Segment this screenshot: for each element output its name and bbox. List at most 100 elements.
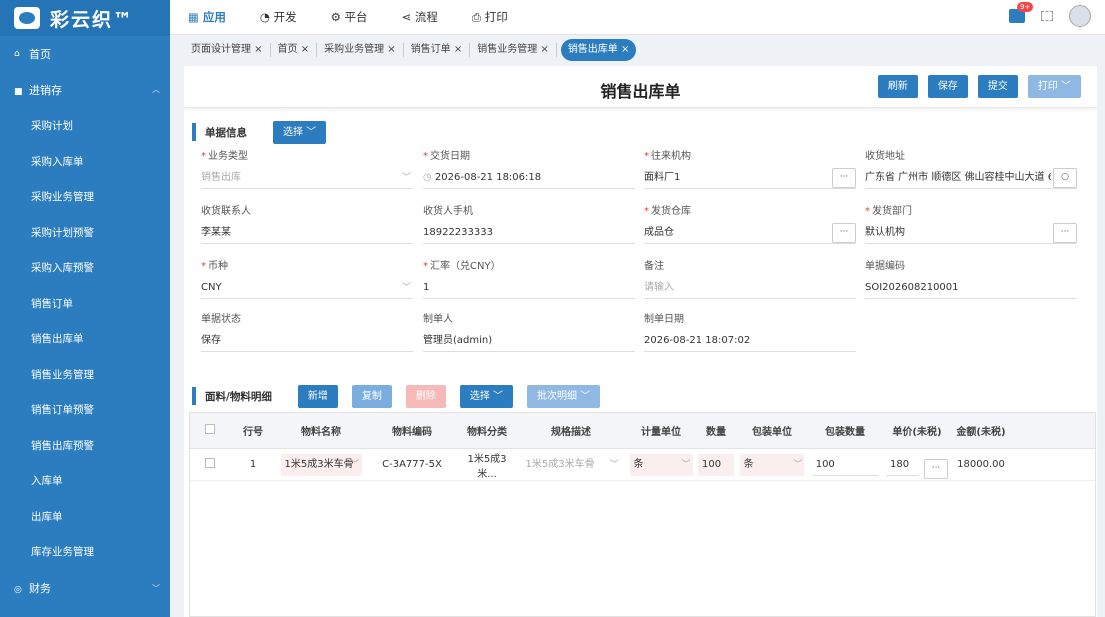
table-cell-qty[interactable]: 100	[696, 453, 736, 476]
field-input[interactable]: ◷ 2026-08-21 18:06:18	[423, 167, 635, 189]
tab[interactable]: 销售业务管理 ×	[470, 43, 557, 57]
more-button[interactable]: ···	[832, 223, 856, 243]
table-cell-name[interactable]: 1米5成3米车骨 ﹀	[276, 453, 366, 476]
field-input[interactable]: 请输入	[644, 277, 856, 299]
sidebar-item[interactable]: 出库单	[0, 499, 170, 535]
detail-select-button[interactable]: 选择 ﹀	[459, 384, 514, 408]
field-label: * 交货日期	[423, 147, 635, 162]
table-cell-pack_unit[interactable]: 条 ﹀	[736, 453, 808, 476]
field-input[interactable]: 面料厂1 ···	[644, 167, 856, 189]
field-label: * 发货仓库	[644, 202, 856, 217]
close-icon[interactable]: ×	[537, 44, 548, 55]
sidebar-item[interactable]: 采购入库预警	[0, 250, 170, 286]
required-mark: *	[644, 151, 649, 162]
topnav-item[interactable]: ⚙ 平台	[331, 9, 368, 25]
close-icon[interactable]: ×	[251, 44, 262, 55]
sidebar-group-inventory[interactable]: ■ 进销存 ︿	[0, 71, 170, 108]
sidebar: 彩云织™ ⌂ 首页 ■ 进销存 ︿ 采购计划 采购入库单 采购业务管理 采购计划预警 采购入库…	[0, 0, 170, 617]
basic-select-button[interactable]: 选择 ﹀	[273, 120, 327, 144]
tab[interactable]: 销售订单 ×	[404, 43, 471, 57]
field-label-text: 制单日期	[644, 314, 684, 325]
delete-row-button[interactable]: 删除	[405, 384, 446, 408]
sidebar-item[interactable]: 采购计划预警	[0, 215, 170, 251]
field-label: 备注	[644, 257, 856, 272]
table-cell-unit[interactable]: 条 ﹀	[626, 453, 696, 476]
table-cell-pack_qty[interactable]: 100	[808, 454, 882, 476]
sidebar-item-home[interactable]: ⌂ 首页	[0, 36, 170, 71]
form-field: * 业务类型 销售出库 ﹀	[201, 147, 413, 189]
sidebar-item[interactable]: 采购业务管理	[0, 179, 170, 215]
sidebar-item[interactable]: 销售出库单	[0, 321, 170, 357]
sidebar-item-label: 采购业务管理	[31, 191, 94, 204]
more-button[interactable]: ···	[924, 458, 948, 479]
column-header: 物料名称	[301, 427, 341, 438]
field-input[interactable]: 成品仓 ···	[644, 222, 856, 244]
topnav-item[interactable]: ◔ 开发	[260, 9, 297, 25]
add-row-button[interactable]: 新增	[297, 384, 338, 408]
close-icon[interactable]: ×	[451, 44, 462, 55]
avatar[interactable]	[1069, 5, 1091, 27]
print-button[interactable]: 打印 ﹀	[1027, 75, 1081, 98]
tab[interactable]: 页面设计管理 ×	[184, 43, 271, 57]
table-cell-spec[interactable]: 1米5成3米车骨 ﹀	[516, 454, 626, 476]
save-button[interactable]: 保存	[927, 75, 968, 98]
field-value: 李某某	[201, 227, 231, 238]
box-icon: ■	[14, 86, 23, 97]
batch-label: 批次明细	[537, 390, 578, 402]
sidebar-item-label: 销售订单	[31, 297, 73, 310]
sidebar-item-label: 采购计划	[31, 120, 73, 133]
field-input[interactable]: 1	[423, 277, 635, 299]
form-field: * 发货部门 默认机构 ···	[865, 202, 1077, 244]
field-label: 制单人	[423, 310, 635, 325]
field-label-text: 收货地址	[865, 151, 905, 162]
close-icon[interactable]: ×	[298, 44, 309, 55]
fullscreen-icon[interactable]	[1041, 11, 1053, 21]
sidebar-item[interactable]: 库存业务管理	[0, 534, 170, 570]
field-label: 制单日期	[644, 310, 856, 325]
refresh-button[interactable]: 刷新	[877, 75, 918, 98]
sidebar-group-finance[interactable]: ◎ 财务 ﹀	[0, 570, 170, 607]
sidebar-item[interactable]: 销售业务管理	[0, 357, 170, 393]
column-header: 物料编码	[392, 427, 432, 438]
copy-row-button[interactable]: 复制	[351, 384, 392, 408]
sidebar-item[interactable]: 销售出库预警	[0, 428, 170, 464]
field-input[interactable]: 18922233333	[423, 222, 635, 244]
close-icon[interactable]: ×	[618, 44, 629, 55]
sidebar-item[interactable]: 销售订单预警	[0, 392, 170, 428]
required-mark: *	[644, 206, 649, 217]
sidebar-item[interactable]: 采购计划	[0, 108, 170, 144]
more-button[interactable]: ···	[832, 168, 856, 188]
batch-detail-button[interactable]: 批次明细 ﹀	[527, 384, 601, 408]
search-icon[interactable]: ○	[1053, 168, 1077, 188]
field-value: 保存	[201, 335, 221, 346]
topnav-item[interactable]: ▦ 应用	[188, 9, 226, 25]
cell-value: 100	[815, 458, 835, 470]
home-icon: ⌂	[14, 48, 20, 59]
sidebar-item[interactable]: 采购入库单	[0, 144, 170, 180]
tab[interactable]: 首页 ×	[271, 43, 318, 57]
field-input[interactable]: 广东省 广州市 顺德区 佛山容桂中山大道 66 ○	[865, 167, 1077, 189]
tab[interactable]: 采购业务管理 ×	[317, 43, 404, 57]
row-checkbox[interactable]	[205, 458, 215, 468]
field-value: 2026-08-21 18:07:02	[644, 335, 751, 346]
table-cell-price[interactable]: 180 ···	[882, 454, 952, 479]
sidebar-item-label: 出库单	[31, 510, 63, 523]
chevron-down-icon: ﹀	[350, 459, 360, 470]
select-all-checkbox[interactable]	[205, 424, 215, 434]
required-mark: *	[201, 261, 206, 272]
sidebar-item[interactable]: 销售订单	[0, 286, 170, 322]
tab[interactable]: 销售出库单 ×	[560, 39, 637, 61]
field-input[interactable]: CNY ﹀	[201, 277, 413, 299]
topnav-item[interactable]: ⋖ 流程	[402, 9, 438, 25]
field-input[interactable]: 默认机构 ···	[865, 222, 1077, 244]
field-input[interactable]: 销售出库 ﹀	[201, 167, 413, 189]
field-input[interactable]: 李某某	[201, 222, 413, 244]
field-input[interactable]: SOI202608210001	[865, 277, 1077, 299]
more-button[interactable]: ···	[1053, 223, 1077, 243]
message-icon[interactable]: 9+	[1009, 2, 1034, 23]
table-row[interactable]: 1 1米5成3米车骨 ﹀ C-3A777-5X 1米5成3米... 1米5成3米车骨 ﹀ 条 ﹀…	[190, 449, 1095, 481]
sidebar-item[interactable]: 入库单	[0, 463, 170, 499]
close-icon[interactable]: ×	[384, 44, 395, 55]
submit-button[interactable]: 提交	[977, 75, 1018, 98]
topnav-item[interactable]: ⎙ 打印	[472, 9, 508, 25]
